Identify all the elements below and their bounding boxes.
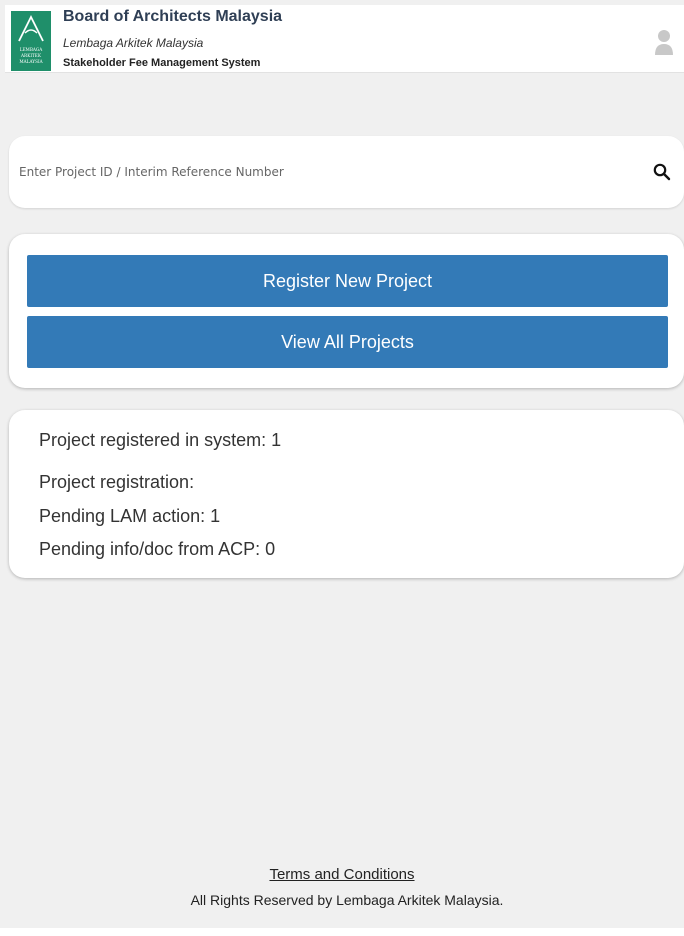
logo-text-line-1: LEMBAGA: [20, 47, 44, 52]
user-icon[interactable]: [654, 27, 674, 57]
project-stats-panel: Project registered in system: 1 Project …: [9, 410, 684, 578]
search-icon[interactable]: [652, 162, 672, 182]
app-header: LEMBAGA ARKITEK MALAYSIA Board of Archit…: [5, 5, 684, 73]
actions-panel: Register New Project View All Projects: [9, 234, 684, 388]
register-new-project-button[interactable]: Register New Project: [27, 255, 668, 307]
pending-lam-count: Pending LAM action: 1: [39, 506, 221, 526]
registered-count: Project registered in system: 1: [39, 430, 282, 450]
logo-text-line-3: MALAYSIA: [19, 59, 43, 64]
search-bar: [9, 136, 684, 208]
lam-logo-icon: LEMBAGA ARKITEK MALAYSIA: [11, 11, 51, 71]
bottom-strip: [0, 928, 684, 936]
org-title: Board of Architects Malaysia: [63, 8, 283, 25]
copyright-text: All Rights Reserved by Lembaga Arkitek M…: [190, 892, 504, 908]
org-subtitle: Lembaga Arkitek Malaysia: [63, 36, 204, 50]
registration-heading: Project registration:: [39, 472, 195, 492]
logo-text-line-2: ARKITEK: [20, 53, 42, 58]
view-all-projects-button[interactable]: View All Projects: [27, 316, 668, 368]
pending-acp-count: Pending info/doc from ACP: 0: [39, 539, 276, 559]
terms-link[interactable]: Terms and Conditions: [0, 866, 684, 883]
project-search-input[interactable]: [9, 136, 629, 208]
system-name: Stakeholder Fee Management System: [63, 57, 261, 69]
